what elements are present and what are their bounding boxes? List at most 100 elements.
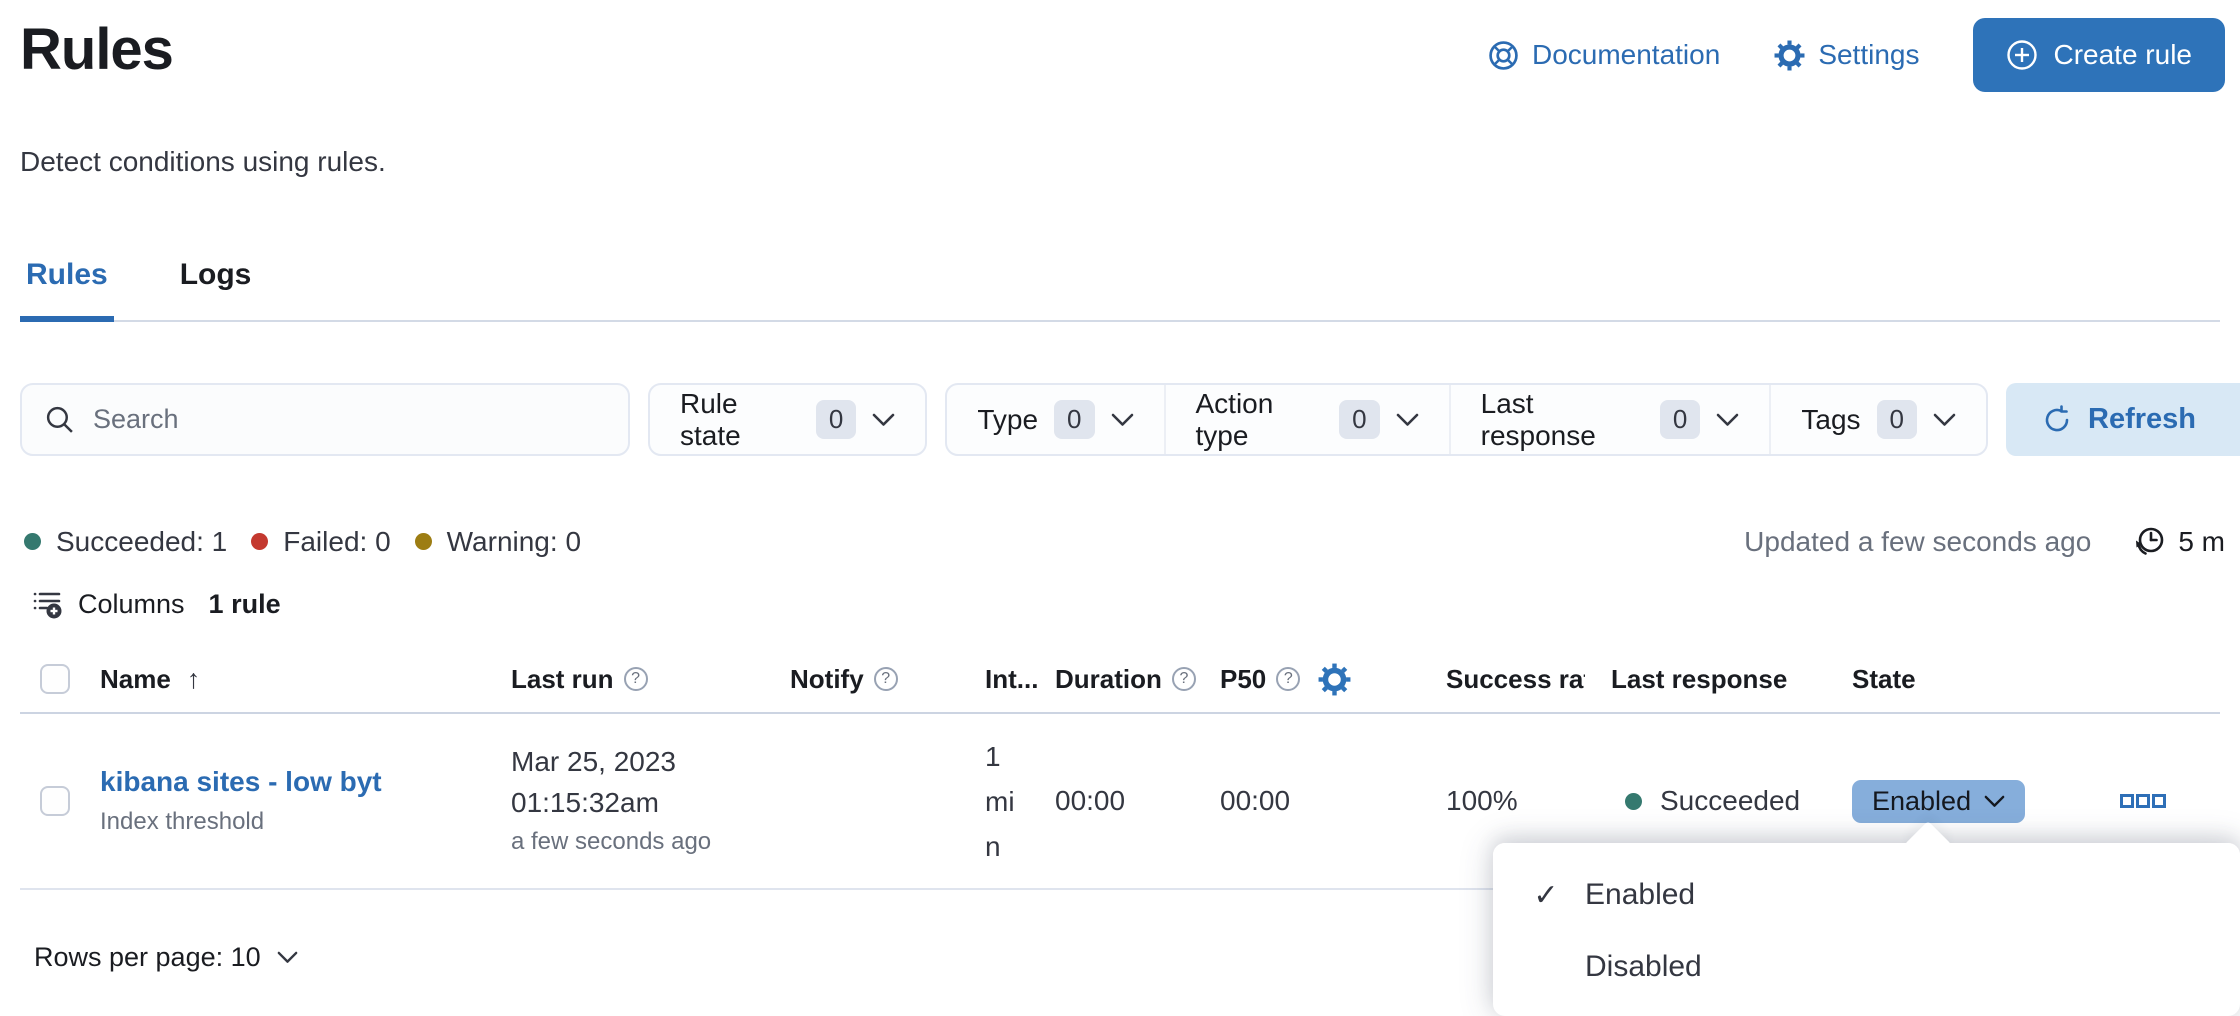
table-header-row: Name ↑ Last run ? Notify ? Int... Durati… xyxy=(20,646,2220,714)
rule-state-filter-wrap: Rule state 0 xyxy=(648,383,927,456)
type-filter[interactable]: Type 0 xyxy=(947,385,1163,454)
interval-value: 1 min xyxy=(985,734,1027,869)
success-rate-value: 100% xyxy=(1446,785,1518,817)
type-filter-label: Type xyxy=(977,404,1038,436)
header-actions: Documentation Settings Create rule xyxy=(1488,18,2225,92)
row-actions-cell xyxy=(2065,794,2220,808)
row-select-cell xyxy=(20,786,100,816)
succeeded-dot-icon xyxy=(24,533,41,550)
rule-state-filter[interactable]: Rule state 0 xyxy=(650,385,925,454)
state-dropdown-badge[interactable]: Enabled xyxy=(1852,780,2025,823)
failed-dot-icon xyxy=(251,533,268,550)
help-lifering-icon xyxy=(1488,40,1519,71)
rule-name-link[interactable]: kibana sites - low byt xyxy=(100,766,382,798)
header-p50[interactable]: P50 ? xyxy=(1220,663,1420,696)
rule-count: 1 rule xyxy=(209,589,281,620)
header-last-response-label: Last response xyxy=(1611,664,1787,695)
rows-per-page-button[interactable]: Rows per page: 10 xyxy=(34,942,298,973)
help-icon[interactable]: ? xyxy=(874,667,898,691)
header-last-response[interactable]: Last response xyxy=(1585,664,1830,695)
rule-state-count-badge: 0 xyxy=(816,400,856,439)
rules-toolbar: Rule state 0 Type 0 Action type 0 xyxy=(20,383,2240,456)
menu-item-disabled-label: Disabled xyxy=(1585,950,1702,984)
settings-link[interactable]: Settings xyxy=(1774,39,1919,71)
tags-filter-label: Tags xyxy=(1801,404,1860,436)
chevron-down-icon xyxy=(1716,413,1739,427)
header-last-run[interactable]: Last run ? xyxy=(505,664,790,695)
tab-bar: Rules Logs xyxy=(20,252,2220,322)
header-interval-label: Int... xyxy=(985,664,1038,695)
row-actions-boxes-icon[interactable] xyxy=(2120,794,2166,808)
row-name-cell: kibana sites - low byt Index threshold xyxy=(100,766,505,836)
last-response-filter-label: Last response xyxy=(1481,388,1644,452)
checkmark-icon: ✓ xyxy=(1531,878,1561,913)
menu-item-disabled[interactable]: Disabled xyxy=(1493,931,2240,1003)
header-notify[interactable]: Notify ? xyxy=(790,664,985,695)
row-state-cell: Enabled xyxy=(1830,780,2065,823)
refresh-interval-button[interactable]: 5 m xyxy=(2133,525,2225,558)
row-last-run-cell: Mar 25, 2023 01:15:32am a few seconds ag… xyxy=(505,746,790,856)
documentation-link[interactable]: Documentation xyxy=(1488,39,1720,71)
failed-status: Failed: 0 xyxy=(251,526,390,558)
page-header: Rules Documentation Settings Create rule xyxy=(20,0,2225,92)
row-p50-cell: 00:00 xyxy=(1220,785,1420,817)
header-state-label: State xyxy=(1852,664,1916,695)
chevron-down-icon xyxy=(1984,795,2005,808)
succeeded-label: Succeeded: 1 xyxy=(56,526,227,558)
gear-icon xyxy=(1774,40,1805,71)
rows-per-page-label: Rows per page: 10 xyxy=(34,942,261,973)
action-type-filter-label: Action type xyxy=(1196,388,1324,452)
select-all-checkbox[interactable] xyxy=(40,664,70,694)
header-duration-label: Duration xyxy=(1055,664,1162,695)
columns-list-add-icon xyxy=(32,588,64,620)
select-all-cell xyxy=(20,664,100,694)
row-interval-cell: 1 min xyxy=(985,734,1055,869)
tab-rules[interactable]: Rules xyxy=(20,252,114,322)
plus-circle-icon xyxy=(2006,39,2038,71)
succeeded-status: Succeeded: 1 xyxy=(24,526,227,558)
header-name[interactable]: Name ↑ xyxy=(100,664,505,695)
last-response-value: Succeeded xyxy=(1660,785,1800,817)
menu-item-enabled[interactable]: ✓ Enabled xyxy=(1493,859,2240,931)
documentation-label: Documentation xyxy=(1532,39,1720,71)
header-success-rate-label: Success rat xyxy=(1446,664,1585,695)
columns-label: Columns xyxy=(78,589,185,620)
refresh-button[interactable]: Refresh xyxy=(2006,383,2240,456)
tags-filter[interactable]: Tags 0 xyxy=(1769,385,1986,454)
p50-settings-gear-icon[interactable] xyxy=(1318,663,1351,696)
rules-page: Rules Documentation Settings Create rule xyxy=(0,0,2240,1016)
succeeded-dot-icon xyxy=(1625,793,1642,810)
help-icon[interactable]: ? xyxy=(1276,667,1300,691)
header-success-rate[interactable]: Success rat xyxy=(1420,664,1585,695)
row-checkbox[interactable] xyxy=(40,786,70,816)
search-input[interactable] xyxy=(93,404,606,435)
chevron-down-icon xyxy=(872,413,895,427)
columns-button[interactable]: Columns xyxy=(32,588,185,620)
last-response-filter[interactable]: Last response 0 xyxy=(1449,385,1770,454)
header-last-run-label: Last run xyxy=(511,664,614,695)
refresh-icon xyxy=(2042,405,2072,435)
row-duration-cell: 00:00 xyxy=(1055,785,1220,817)
status-bar: Succeeded: 1 Failed: 0 Warning: 0 Update… xyxy=(24,525,2225,558)
refresh-label: Refresh xyxy=(2088,403,2196,436)
search-box[interactable] xyxy=(20,383,630,456)
header-duration[interactable]: Duration ? xyxy=(1055,664,1220,695)
chevron-down-icon xyxy=(277,951,298,964)
table-controls: Columns 1 rule xyxy=(32,588,281,620)
rule-state-filter-label: Rule state xyxy=(680,388,800,452)
help-icon[interactable]: ? xyxy=(1172,667,1196,691)
header-state[interactable]: State xyxy=(1830,664,2065,695)
warning-label: Warning: 0 xyxy=(447,526,581,558)
last-run-date: Mar 25, 2023 xyxy=(511,746,711,778)
help-icon[interactable]: ? xyxy=(624,667,648,691)
sort-ascending-icon: ↑ xyxy=(187,664,201,695)
action-type-count-badge: 0 xyxy=(1339,400,1379,439)
header-interval[interactable]: Int... xyxy=(985,664,1055,695)
chevron-down-icon xyxy=(1111,413,1134,427)
create-rule-button[interactable]: Create rule xyxy=(1973,18,2225,92)
action-type-filter[interactable]: Action type 0 xyxy=(1164,385,1449,454)
tab-logs[interactable]: Logs xyxy=(174,252,258,322)
tags-count-badge: 0 xyxy=(1877,400,1917,439)
filter-group: Type 0 Action type 0 Last response 0 xyxy=(945,383,1988,456)
warning-dot-icon xyxy=(415,533,432,550)
